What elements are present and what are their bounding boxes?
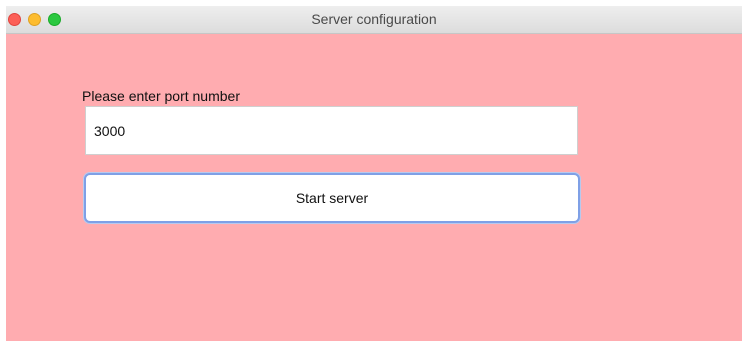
window-title: Server configuration [311, 11, 437, 27]
start-server-button[interactable]: Start server [84, 173, 580, 223]
port-number-input[interactable] [85, 106, 578, 155]
title-bar[interactable]: Server configuration [6, 6, 742, 34]
server-configuration-window: Server configuration Please enter port n… [6, 6, 742, 341]
port-number-label: Please enter port number [82, 88, 240, 104]
